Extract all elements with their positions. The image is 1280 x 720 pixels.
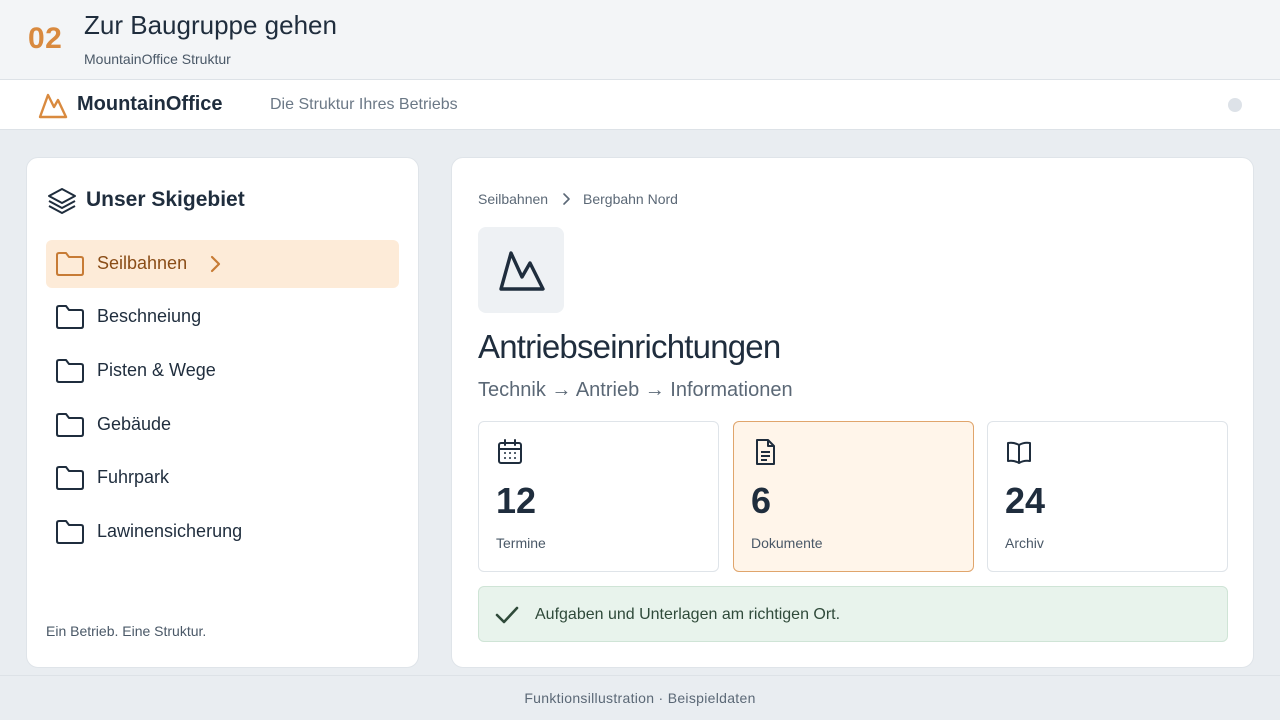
sidebar-item-fuhrpark[interactable]: Fuhrpark: [46, 454, 399, 502]
stat-label: Archiv: [1005, 535, 1044, 551]
sidebar-item-label: Seilbahnen: [97, 253, 188, 273]
stat-label: Dokumente: [751, 535, 823, 551]
chevron-right-icon: [563, 193, 570, 205]
sidebar-item-pisten-wege[interactable]: Pisten & Wege: [46, 347, 399, 395]
mountain-logo-icon: [38, 93, 68, 119]
sidebar-item-label: Pisten & Wege: [97, 360, 216, 380]
folder-icon: [56, 305, 84, 329]
sidebar-item-label: Beschneiung: [97, 306, 202, 326]
info-notice: Aufgaben und Unterlagen am richtigen Ort…: [478, 586, 1228, 642]
sidebar-item-gebaeude[interactable]: Gebäude: [46, 401, 399, 449]
step-subtitle: MountainOffice Struktur: [84, 51, 231, 67]
step-title: Zur Baugruppe gehen: [84, 10, 337, 40]
detail-panel: Seilbahnen Bergbahn Nord Antriebseinrich…: [451, 157, 1254, 668]
stat-value: 12: [496, 480, 537, 521]
sidebar-item-seilbahnen[interactable]: Seilbahnen: [46, 240, 399, 288]
folder-icon: [56, 413, 84, 437]
sidebar-item-label: Fuhrpark: [97, 467, 170, 487]
app-bar: MountainOffice Die Struktur Ihres Betrie…: [0, 80, 1280, 130]
calendar-icon: [498, 439, 522, 464]
chevron-right-icon: [210, 255, 221, 273]
sidebar-item-label: Lawinensicherung: [97, 521, 243, 541]
app-tagline: Die Struktur Ihres Betriebs: [270, 96, 458, 113]
sidebar-item-beschneiung[interactable]: Beschneiung: [46, 293, 399, 341]
brand-name[interactable]: MountainOffice: [77, 93, 223, 116]
page-title: Antriebseinrichtungen: [478, 328, 781, 365]
status-dot-icon[interactable]: [1228, 98, 1242, 112]
folder-icon: [56, 466, 84, 490]
stat-value: 24: [1005, 480, 1046, 521]
layers-icon: [48, 188, 76, 214]
sidebar: Unser Skigebiet Seilbahnen Beschneiung P…: [26, 157, 419, 668]
breadcrumb-item: Bergbahn Nord: [583, 191, 678, 207]
book-icon: [1007, 441, 1031, 464]
stat-label: Termine: [496, 535, 546, 551]
step-number: 02: [28, 22, 63, 55]
stat-card-dokumente[interactable]: 6 Dokumente: [733, 421, 974, 572]
folder-icon: [56, 520, 84, 544]
folder-icon: [56, 252, 84, 276]
footer-divider: [0, 675, 1280, 676]
sidebar-item-lawinensicherung[interactable]: Lawinensicherung: [46, 508, 399, 556]
sidebar-title: Unser Skigebiet: [86, 188, 245, 211]
document-icon: [756, 439, 775, 465]
stat-card-archiv[interactable]: 24 Archiv: [987, 421, 1228, 572]
notice-text: Aufgaben und Unterlagen am richtigen Ort…: [535, 606, 841, 623]
step-header: 02 Zur Baugruppe gehen MountainOffice St…: [0, 0, 1280, 80]
footer-note: Funktionsillustration · Beispieldaten: [524, 690, 756, 706]
stat-value: 6: [751, 480, 772, 521]
stat-card-termine[interactable]: 12 Termine: [478, 421, 719, 572]
breadcrumb-item[interactable]: Seilbahnen: [478, 191, 548, 207]
mountain-icon: [499, 251, 545, 291]
component-path: Technik → Antrieb → Informationen: [478, 379, 793, 401]
component-tile: [478, 227, 564, 313]
sidebar-footer: Ein Betrieb. Eine Struktur.: [46, 623, 207, 639]
folder-icon: [56, 359, 84, 383]
sidebar-item-label: Gebäude: [97, 414, 172, 434]
checkmark-icon: [495, 606, 519, 624]
